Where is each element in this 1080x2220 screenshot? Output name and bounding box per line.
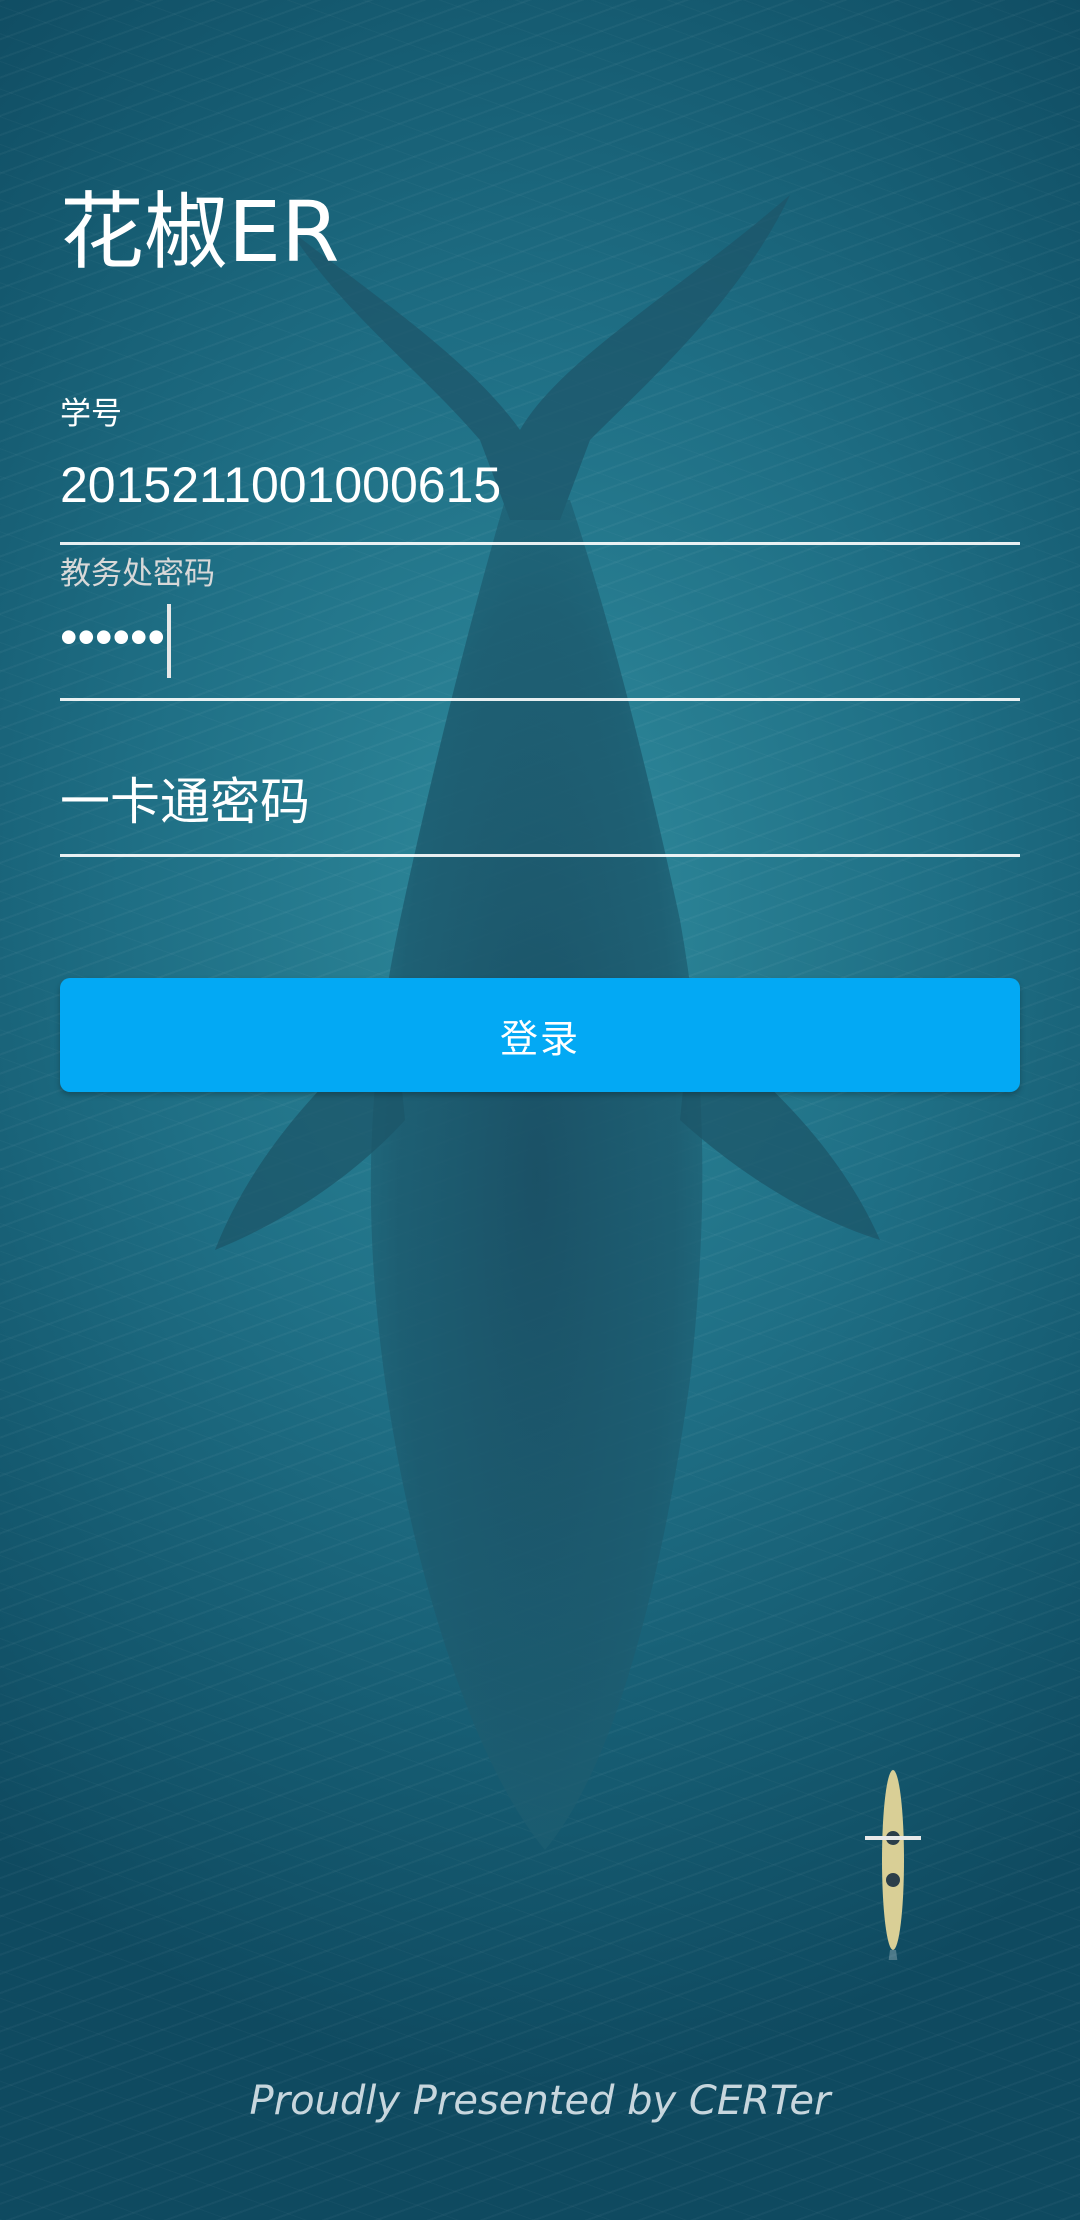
academic-password-label: 教务处密码 [60, 556, 215, 592]
kayak-image [865, 1770, 921, 1960]
academic-password-field[interactable]: 教务处密码 •••••• [60, 544, 1020, 701]
academic-password-dots: •••••• [60, 609, 166, 665]
login-button[interactable]: 登录 [60, 978, 1020, 1092]
student-id-field[interactable]: 学号 2015211001000615 [60, 380, 1020, 545]
app-title: 花椒ER [60, 183, 340, 281]
student-id-input[interactable]: 2015211001000615 [60, 456, 501, 514]
text-cursor [167, 603, 172, 678]
footer-credit: Proudly Presented by CERTer [249, 2078, 831, 2124]
academic-password-input[interactable]: •••••• [60, 600, 172, 678]
login-screen: 花椒ER 学号 2015211001000615 教务处密码 •••••• 一卡… [0, 0, 1080, 2220]
card-password-field[interactable]: 一卡通密码 [60, 700, 1020, 857]
student-id-label: 学号 [60, 396, 122, 432]
card-password-input[interactable]: 一卡通密码 [60, 762, 310, 834]
